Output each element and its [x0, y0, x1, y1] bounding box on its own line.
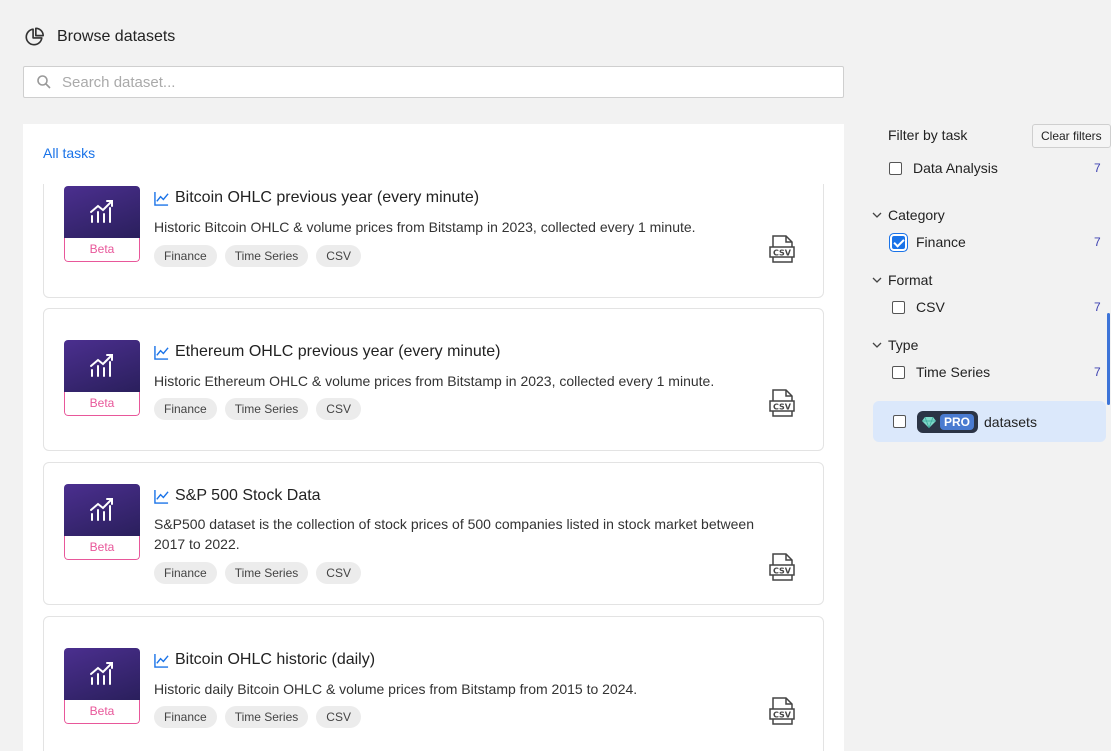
search-icon — [37, 75, 51, 89]
dataset-description: Historic Bitcoin OHLC & volume prices fr… — [154, 219, 696, 235]
page-title: Browse datasets — [57, 28, 176, 45]
filter-csv[interactable]: CSV — [892, 299, 945, 315]
line-chart-icon — [154, 191, 169, 206]
checkbox[interactable] — [893, 415, 906, 428]
checkbox[interactable] — [892, 300, 905, 314]
page-header: Browse datasets — [23, 26, 175, 48]
dataset-panel: All tasks Beta Bitcoin OHLC previous yea… — [23, 124, 844, 751]
dataset-title[interactable]: Bitcoin OHLC previous year (every minute… — [154, 189, 479, 207]
tag[interactable]: Time Series — [224, 562, 309, 584]
filter-count: 7 — [1094, 161, 1101, 175]
dataset-title[interactable]: S&P 500 Stock Data — [154, 487, 321, 505]
svg-text:CSV: CSV — [773, 567, 792, 576]
growth-chart-icon — [90, 200, 113, 223]
dataset-list: Beta Bitcoin OHLC previous year (every m… — [43, 184, 824, 751]
dataset-description: Historic daily Bitcoin OHLC & volume pri… — [154, 681, 638, 697]
tag[interactable]: Time Series — [224, 245, 309, 267]
checkbox[interactable] — [892, 365, 905, 379]
dataset-thumbnail: Beta — [64, 186, 140, 262]
tag-list: Finance Time Series CSV — [154, 562, 369, 584]
svg-text:CSV: CSV — [773, 249, 792, 258]
dataset-thumbnail: Beta — [64, 340, 140, 416]
tag[interactable]: CSV — [316, 245, 361, 267]
tag-list: Finance Time Series CSV — [154, 398, 369, 420]
chevron-down-icon — [872, 212, 882, 218]
checkbox-checked[interactable] — [892, 235, 905, 249]
tag[interactable]: CSV — [316, 706, 361, 728]
svg-text:CSV: CSV — [773, 403, 792, 412]
search-input[interactable] — [62, 73, 843, 91]
group-title: Type — [888, 337, 919, 353]
category-group-toggle[interactable]: Category — [872, 207, 945, 223]
filter-label: Finance — [916, 234, 966, 250]
beta-badge: Beta — [64, 392, 140, 416]
dataset-title[interactable]: Bitcoin OHLC historic (daily) — [154, 651, 375, 669]
dataset-card-ethereum-minute[interactable]: Beta Ethereum OHLC previous year (every … — [43, 308, 824, 451]
tag[interactable]: Time Series — [224, 398, 309, 420]
dataset-card-bitcoin-minute[interactable]: Beta Bitcoin OHLC previous year (every m… — [43, 184, 824, 298]
pie-chart-icon — [25, 27, 44, 46]
beta-badge: Beta — [64, 238, 140, 262]
filter-by-task-heading: Filter by task — [888, 127, 968, 143]
filter-time-series[interactable]: Time Series — [892, 364, 990, 380]
beta-badge: Beta — [64, 700, 140, 724]
type-group-toggle[interactable]: Type — [872, 337, 918, 353]
dataset-title-text: Bitcoin OHLC historic (daily) — [175, 651, 376, 668]
filter-finance[interactable]: Finance — [892, 234, 966, 250]
filter-count: 7 — [1094, 300, 1101, 314]
group-title: Category — [888, 207, 945, 223]
pro-label: datasets — [984, 413, 1037, 430]
line-chart-icon — [154, 653, 169, 668]
growth-chart-icon — [90, 498, 113, 521]
tag-list: Finance Time Series CSV — [154, 245, 369, 267]
svg-text:CSV: CSV — [773, 711, 792, 720]
dataset-card-sp500[interactable]: Beta S&P 500 Stock Data S&P500 dataset i… — [43, 462, 824, 605]
dataset-title-text: Bitcoin OHLC previous year (every minute… — [175, 189, 480, 206]
tag[interactable]: CSV — [316, 398, 361, 420]
csv-file-icon: CSV — [769, 697, 795, 725]
line-chart-icon — [154, 345, 169, 360]
dataset-title[interactable]: Ethereum OHLC previous year (every minut… — [154, 343, 500, 361]
scrollbar-thumb[interactable] — [1107, 313, 1110, 405]
all-tasks-link[interactable]: All tasks — [43, 145, 95, 161]
line-chart-icon — [154, 489, 169, 504]
filter-label: Data Analysis — [913, 160, 998, 176]
filter-label: Time Series — [916, 364, 991, 380]
checkbox[interactable] — [889, 161, 902, 175]
csv-file-icon: CSV — [769, 389, 795, 417]
group-title: Format — [888, 272, 933, 288]
dataset-description: S&P500 dataset is the collection of stoc… — [154, 516, 754, 552]
tag[interactable]: CSV — [316, 562, 361, 584]
dataset-description: Historic Ethereum OHLC & volume prices f… — [154, 373, 715, 389]
dataset-title-text: S&P 500 Stock Data — [175, 487, 321, 504]
filter-data-analysis[interactable]: Data Analysis — [889, 160, 998, 176]
format-group-toggle[interactable]: Format — [872, 272, 932, 288]
search-bar[interactable] — [23, 66, 844, 98]
filter-count: 7 — [1094, 235, 1101, 249]
growth-chart-icon — [90, 354, 113, 377]
chevron-down-icon — [872, 277, 882, 283]
tag[interactable]: Finance — [154, 562, 217, 584]
dataset-card-bitcoin-daily[interactable]: Beta Bitcoin OHLC historic (daily) Histo… — [43, 616, 824, 751]
dataset-thumbnail: Beta — [64, 484, 140, 560]
pro-badge-text: PRO — [940, 413, 975, 430]
csv-file-icon: CSV — [769, 553, 795, 581]
tag-list: Finance Time Series CSV — [154, 706, 369, 728]
tag[interactable]: Finance — [154, 706, 217, 728]
filter-label: CSV — [916, 299, 945, 315]
pro-datasets-filter[interactable]: PRO datasets — [873, 401, 1106, 442]
tag[interactable]: Time Series — [224, 706, 309, 728]
chevron-down-icon — [872, 342, 882, 348]
pro-badge: PRO — [917, 410, 979, 433]
dataset-thumbnail: Beta — [64, 648, 140, 724]
growth-chart-icon — [90, 662, 113, 685]
gem-icon — [922, 416, 936, 428]
tag[interactable]: Finance — [154, 398, 217, 420]
filter-count: 7 — [1094, 365, 1101, 379]
clear-filters-button[interactable]: Clear filters — [1032, 124, 1111, 148]
dataset-title-text: Ethereum OHLC previous year (every minut… — [175, 343, 501, 360]
tag[interactable]: Finance — [154, 245, 217, 267]
csv-file-icon: CSV — [769, 235, 795, 263]
beta-badge: Beta — [64, 536, 140, 560]
